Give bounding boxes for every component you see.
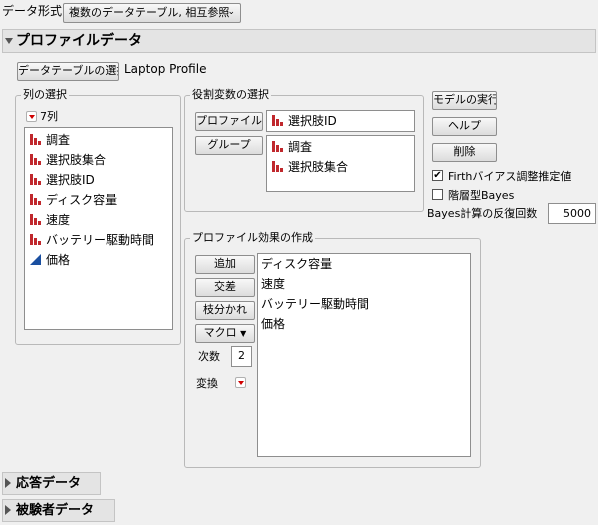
disclosure-closed-icon[interactable]: [5, 478, 11, 488]
list-item[interactable]: バッテリー駆動時間: [29, 231, 154, 249]
red-triangle-menu-icon[interactable]: [26, 111, 37, 122]
firth-label: Firthバイアス調整推定値: [448, 170, 572, 183]
nominal-bar-icon: [272, 161, 283, 172]
list-item[interactable]: バッテリー駆動時間: [261, 295, 369, 313]
nominal-bar-icon: [30, 134, 41, 145]
column-label: 調査: [46, 133, 71, 147]
list-item[interactable]: 選択肢集合: [271, 158, 348, 176]
profile-id-box[interactable]: 選択肢ID: [266, 110, 415, 132]
bayes-iterations-value: 5000: [563, 207, 591, 220]
nominal-bar-icon: [30, 234, 41, 245]
profile-id-value: 選択肢ID: [288, 114, 337, 128]
nominal-bar-icon: [30, 174, 41, 185]
group-button[interactable]: グループ: [195, 136, 263, 155]
select-table-button[interactable]: データテーブルの選択: [17, 62, 119, 81]
list-item[interactable]: 調査: [271, 138, 312, 156]
hierarchical-bayes-checkbox[interactable]: [432, 189, 443, 200]
triangle-down-icon: ▼: [240, 329, 247, 338]
group-value: 調査: [288, 140, 313, 154]
continuous-triangle-icon: [30, 254, 41, 265]
macro-label: マクロ: [203, 326, 237, 339]
disclosure-closed-icon[interactable]: [5, 505, 11, 515]
chevron-down-icon: ⌄: [227, 7, 235, 17]
degree-label: 次数: [198, 350, 220, 363]
list-item[interactable]: 価格: [261, 315, 285, 333]
group-box[interactable]: 調査 選択肢集合: [266, 135, 415, 192]
column-label: バッテリー駆動時間: [46, 233, 155, 247]
column-label: 価格: [46, 253, 71, 267]
run-model-button[interactable]: モデルの実行: [432, 91, 497, 110]
nominal-bar-icon: [272, 141, 283, 152]
profile-section-header[interactable]: プロファイルデータ: [2, 29, 596, 53]
macro-button[interactable]: マクロ ▼: [195, 324, 255, 343]
table-name: Laptop Profile: [124, 62, 207, 76]
profile-effects-legend: プロファイル効果の作成: [190, 231, 315, 245]
nominal-bar-icon: [272, 115, 283, 126]
response-data-header[interactable]: 応答データ: [2, 472, 101, 495]
list-item[interactable]: 選択肢ID: [271, 112, 337, 130]
nominal-bar-icon: [30, 214, 41, 225]
list-item[interactable]: 調査: [29, 131, 70, 149]
column-label: 速度: [46, 213, 71, 227]
cross-button[interactable]: 交差: [195, 278, 255, 297]
help-button[interactable]: ヘルプ: [432, 117, 497, 136]
nominal-bar-icon: [30, 154, 41, 165]
transform-label: 変換: [196, 377, 218, 390]
column-label: 選択肢集合: [46, 153, 107, 167]
hierarchical-bayes-label: 階層型Bayes: [448, 189, 515, 202]
transform-menu-icon[interactable]: [235, 377, 246, 388]
list-item[interactable]: ディスク容量: [29, 191, 117, 209]
data-format-select[interactable]: 複数のデータテーブル, 相互参照 ⌄: [63, 3, 241, 23]
column-count: 7列: [40, 110, 58, 123]
column-selection-legend: 列の選択: [21, 88, 69, 102]
group-value: 選択肢集合: [288, 160, 349, 174]
list-item[interactable]: 速度: [29, 211, 70, 229]
column-list[interactable]: 調査 選択肢集合 選択肢ID ディスク容量 速度 バッテリー駆動時間 価格: [24, 127, 173, 330]
list-item[interactable]: 速度: [261, 275, 285, 293]
degree-input[interactable]: 2: [231, 346, 252, 367]
subject-data-header[interactable]: 被験者データ: [2, 499, 115, 522]
column-label: 選択肢ID: [46, 173, 95, 187]
list-item[interactable]: 選択肢ID: [29, 171, 95, 189]
data-format-value: 複数のデータテーブル, 相互参照: [69, 6, 230, 19]
column-label: ディスク容量: [46, 193, 118, 207]
response-data-title: 応答データ: [16, 476, 82, 491]
list-item[interactable]: 選択肢集合: [29, 151, 106, 169]
profile-section-title: プロファイルデータ: [16, 33, 142, 49]
degree-value: 2: [238, 349, 245, 362]
list-item[interactable]: ディスク容量: [261, 255, 332, 273]
effects-list[interactable]: ディスク容量 速度 バッテリー駆動時間 価格: [257, 253, 471, 457]
subject-data-title: 被験者データ: [16, 503, 95, 518]
bayes-iterations-label: Bayes計算の反復回数: [427, 205, 538, 221]
remove-button[interactable]: 削除: [432, 143, 497, 162]
firth-checkbox[interactable]: ✔: [432, 170, 443, 181]
nominal-bar-icon: [30, 194, 41, 205]
disclosure-open-icon[interactable]: [5, 38, 13, 44]
list-item[interactable]: 価格: [29, 251, 70, 269]
bayes-iterations-input[interactable]: 5000: [548, 203, 596, 224]
add-button[interactable]: 追加: [195, 255, 255, 274]
data-format-label: データ形式: [2, 4, 63, 18]
role-selection-legend: 役割変数の選択: [190, 88, 271, 102]
profile-id-button[interactable]: プロファイルID: [195, 112, 263, 131]
nest-button[interactable]: 枝分かれ: [195, 301, 255, 320]
